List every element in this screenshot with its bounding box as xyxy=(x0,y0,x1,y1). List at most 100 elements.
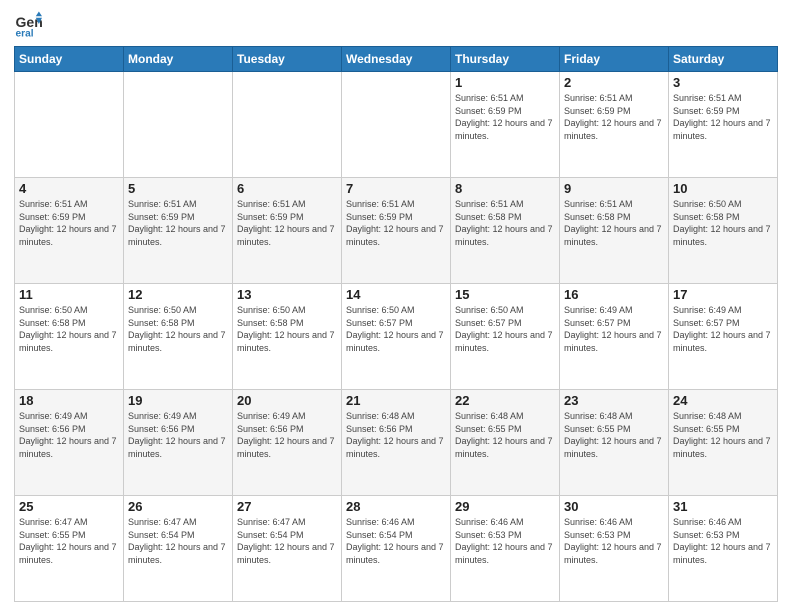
day-number: 20 xyxy=(237,393,337,408)
day-number: 14 xyxy=(346,287,446,302)
day-info: Sunrise: 6:51 AM Sunset: 6:58 PM Dayligh… xyxy=(455,198,555,248)
day-info: Sunrise: 6:48 AM Sunset: 6:55 PM Dayligh… xyxy=(564,410,664,460)
day-number: 11 xyxy=(19,287,119,302)
logo-icon: Gen eral xyxy=(14,10,42,38)
weekday-header: Wednesday xyxy=(342,47,451,72)
page: Gen eral SundayMondayTuesdayWednesdayThu… xyxy=(0,0,792,612)
calendar-cell: 3Sunrise: 6:51 AM Sunset: 6:59 PM Daylig… xyxy=(669,72,778,178)
calendar-cell: 5 Sunrise: 6:51 AM Sunset: 6:59 PM Daylig… xyxy=(124,178,233,284)
calendar-week-row: 25 Sunrise: 6:47 AM Sunset: 6:55 PM Dayli… xyxy=(15,496,778,602)
day-number: 8 xyxy=(455,181,555,196)
day-info: Sunrise: 6:47 AM Sunset: 6:54 PM Dayligh… xyxy=(237,516,337,566)
day-number: 18 xyxy=(19,393,119,408)
calendar-week-row: 18 Sunrise: 6:49 AM Sunset: 6:56 PM Dayli… xyxy=(15,390,778,496)
day-number: 27 xyxy=(237,499,337,514)
calendar-body: 1 Sunrise: 6:51 AM Sunset: 6:59 PM Daylig… xyxy=(15,72,778,602)
calendar-cell xyxy=(342,72,451,178)
day-info: Sunrise: 6:48 AM Sunset: 6:56 PM Dayligh… xyxy=(346,410,446,460)
day-info: Sunrise: 6:48 AM Sunset: 6:55 PM Dayligh… xyxy=(455,410,555,460)
weekday-header: Sunday xyxy=(15,47,124,72)
day-info: Sunrise: 6:46 AM Sunset: 6:53 PM Dayligh… xyxy=(455,516,555,566)
day-number: 7 xyxy=(346,181,446,196)
calendar-cell: 4Sunrise: 6:51 AM Sunset: 6:59 PM Daylig… xyxy=(15,178,124,284)
calendar-cell: 7 Sunrise: 6:51 AM Sunset: 6:59 PM Daylig… xyxy=(342,178,451,284)
calendar-cell: 10 Sunrise: 6:50 AM Sunset: 6:58 PM Dayli… xyxy=(669,178,778,284)
calendar-cell xyxy=(124,72,233,178)
day-number: 26 xyxy=(128,499,228,514)
weekday-header: Tuesday xyxy=(233,47,342,72)
day-number: 21 xyxy=(346,393,446,408)
weekday-header: Friday xyxy=(560,47,669,72)
calendar-cell: 22Sunrise: 6:48 AM Sunset: 6:55 PM Dayli… xyxy=(451,390,560,496)
calendar-cell: 8 Sunrise: 6:51 AM Sunset: 6:58 PM Daylig… xyxy=(451,178,560,284)
calendar-cell: 1 Sunrise: 6:51 AM Sunset: 6:59 PM Daylig… xyxy=(451,72,560,178)
calendar-cell: 27 Sunrise: 6:47 AM Sunset: 6:54 PM Dayli… xyxy=(233,496,342,602)
day-info: Sunrise: 6:46 AM Sunset: 6:53 PM Dayligh… xyxy=(673,516,773,566)
day-info: Sunrise: 6:51 AM Sunset: 6:59 PM Dayligh… xyxy=(346,198,446,248)
day-info: Sunrise: 6:49 AM Sunset: 6:56 PM Dayligh… xyxy=(128,410,228,460)
day-info: Sunrise: 6:51 AM Sunset: 6:59 PM Dayligh… xyxy=(237,198,337,248)
calendar-cell: 14 Sunrise: 6:50 AM Sunset: 6:57 PM Dayli… xyxy=(342,284,451,390)
day-info: Sunrise: 6:49 AM Sunset: 6:56 PM Dayligh… xyxy=(19,410,119,460)
weekday-header: Thursday xyxy=(451,47,560,72)
calendar-cell xyxy=(233,72,342,178)
day-number: 4 xyxy=(19,181,119,196)
calendar-cell: 9Sunrise: 6:51 AM Sunset: 6:58 PM Daylig… xyxy=(560,178,669,284)
day-info: Sunrise: 6:47 AM Sunset: 6:55 PM Dayligh… xyxy=(19,516,119,566)
day-info: Sunrise: 6:48 AM Sunset: 6:55 PM Dayligh… xyxy=(673,410,773,460)
calendar-cell: 23 Sunrise: 6:48 AM Sunset: 6:55 PM Dayli… xyxy=(560,390,669,496)
calendar-header-row: SundayMondayTuesdayWednesdayThursdayFrid… xyxy=(15,47,778,72)
day-info: Sunrise: 6:50 AM Sunset: 6:57 PM Dayligh… xyxy=(346,304,446,354)
day-number: 24 xyxy=(673,393,773,408)
calendar-week-row: 1 Sunrise: 6:51 AM Sunset: 6:59 PM Daylig… xyxy=(15,72,778,178)
calendar-cell: 17Sunrise: 6:49 AM Sunset: 6:57 PM Dayli… xyxy=(669,284,778,390)
day-number: 28 xyxy=(346,499,446,514)
day-info: Sunrise: 6:51 AM Sunset: 6:59 PM Dayligh… xyxy=(128,198,228,248)
day-info: Sunrise: 6:50 AM Sunset: 6:57 PM Dayligh… xyxy=(455,304,555,354)
calendar-table: SundayMondayTuesdayWednesdayThursdayFrid… xyxy=(14,46,778,602)
day-number: 17 xyxy=(673,287,773,302)
calendar-cell: 28 Sunrise: 6:46 AM Sunset: 6:54 PM Dayli… xyxy=(342,496,451,602)
day-info: Sunrise: 6:47 AM Sunset: 6:54 PM Dayligh… xyxy=(128,516,228,566)
weekday-header: Saturday xyxy=(669,47,778,72)
day-number: 25 xyxy=(19,499,119,514)
day-number: 31 xyxy=(673,499,773,514)
day-info: Sunrise: 6:51 AM Sunset: 6:59 PM Dayligh… xyxy=(455,92,555,142)
calendar-cell: 16Sunrise: 6:49 AM Sunset: 6:57 PM Dayli… xyxy=(560,284,669,390)
day-info: Sunrise: 6:46 AM Sunset: 6:53 PM Dayligh… xyxy=(564,516,664,566)
day-number: 6 xyxy=(237,181,337,196)
calendar-cell: 30 Sunrise: 6:46 AM Sunset: 6:53 PM Dayli… xyxy=(560,496,669,602)
calendar-cell: 18 Sunrise: 6:49 AM Sunset: 6:56 PM Dayli… xyxy=(15,390,124,496)
weekday-header: Monday xyxy=(124,47,233,72)
calendar-cell: 19 Sunrise: 6:49 AM Sunset: 6:56 PM Dayli… xyxy=(124,390,233,496)
day-number: 19 xyxy=(128,393,228,408)
day-number: 2 xyxy=(564,75,664,90)
calendar-cell: 11Sunrise: 6:50 AM Sunset: 6:58 PM Dayli… xyxy=(15,284,124,390)
svg-text:eral: eral xyxy=(16,28,34,38)
day-info: Sunrise: 6:46 AM Sunset: 6:54 PM Dayligh… xyxy=(346,516,446,566)
calendar-cell: 21 Sunrise: 6:48 AM Sunset: 6:56 PM Dayli… xyxy=(342,390,451,496)
day-info: Sunrise: 6:51 AM Sunset: 6:59 PM Dayligh… xyxy=(564,92,664,142)
calendar-cell xyxy=(15,72,124,178)
day-info: Sunrise: 6:50 AM Sunset: 6:58 PM Dayligh… xyxy=(673,198,773,248)
day-info: Sunrise: 6:50 AM Sunset: 6:58 PM Dayligh… xyxy=(128,304,228,354)
calendar-week-row: 4 Sunrise: 6:51 AM Sunset: 6:59 PM Daylig… xyxy=(15,178,778,284)
calendar-cell: 25 Sunrise: 6:47 AM Sunset: 6:55 PM Dayli… xyxy=(15,496,124,602)
day-number: 10 xyxy=(673,181,773,196)
day-number: 23 xyxy=(564,393,664,408)
day-info: Sunrise: 6:49 AM Sunset: 6:56 PM Dayligh… xyxy=(237,410,337,460)
calendar-cell: 12 Sunrise: 6:50 AM Sunset: 6:58 PM Dayli… xyxy=(124,284,233,390)
day-number: 5 xyxy=(128,181,228,196)
calendar-cell: 26 Sunrise: 6:47 AM Sunset: 6:54 PM Dayli… xyxy=(124,496,233,602)
day-number: 9 xyxy=(564,181,664,196)
day-number: 30 xyxy=(564,499,664,514)
day-info: Sunrise: 6:49 AM Sunset: 6:57 PM Dayligh… xyxy=(564,304,664,354)
header: Gen eral xyxy=(14,10,778,38)
calendar-cell: 13Sunrise: 6:50 AM Sunset: 6:58 PM Dayli… xyxy=(233,284,342,390)
day-number: 13 xyxy=(237,287,337,302)
day-number: 1 xyxy=(455,75,555,90)
day-number: 12 xyxy=(128,287,228,302)
calendar-cell: 20 Sunrise: 6:49 AM Sunset: 6:56 PM Dayli… xyxy=(233,390,342,496)
day-info: Sunrise: 6:51 AM Sunset: 6:59 PM Dayligh… xyxy=(673,92,773,142)
day-number: 15 xyxy=(455,287,555,302)
